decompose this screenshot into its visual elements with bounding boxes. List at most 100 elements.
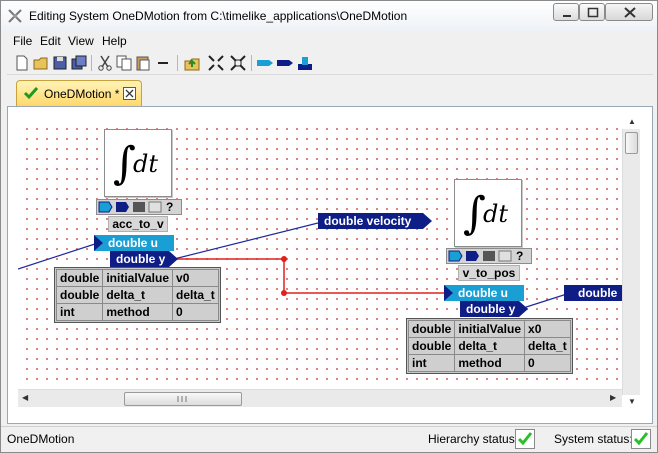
toolbar-separator [91, 55, 92, 71]
scroll-down-icon[interactable]: ▼ [628, 397, 636, 406]
expand-icon[interactable] [229, 54, 247, 72]
param-type: double [55, 269, 104, 287]
param-type: double [55, 286, 104, 304]
system-status-ok-icon [631, 429, 651, 449]
param-value[interactable]: delta_t [524, 337, 571, 355]
toolbar [7, 51, 653, 75]
param-value[interactable]: 0 [172, 303, 219, 321]
wire-junction [281, 290, 287, 296]
vertical-scroll-thumb[interactable] [625, 132, 638, 154]
help-icon[interactable]: ? [166, 200, 173, 214]
output-port-icon [116, 202, 129, 212]
wire-input-to-acc [18, 242, 99, 270]
parameter-icon[interactable] [296, 54, 314, 72]
param-row: double delta_t delta_t [407, 337, 571, 355]
integrator-block-v-to-pos[interactable]: ∫ dt [454, 179, 522, 247]
menu-file[interactable]: File [13, 34, 32, 48]
param-name: method [454, 354, 526, 372]
input-port-icon [448, 250, 463, 262]
tab-onedmotion[interactable]: OneDMotion * [16, 80, 142, 106]
delete-icon[interactable] [154, 54, 172, 72]
param-name: delta_t [102, 286, 174, 304]
status-system-name: OneDMotion [7, 432, 75, 446]
param-row: int method 0 [55, 303, 219, 321]
status-bar: OneDMotion Hierarchy status: System stat… [1, 426, 657, 452]
input-port-icon[interactable] [256, 54, 274, 72]
block-controls: ? [96, 199, 182, 215]
integrator-block-acc-to-v[interactable]: ∫ dt [104, 129, 172, 197]
minimize-button[interactable] [553, 3, 579, 21]
output-port-position[interactable]: double [564, 285, 626, 301]
system-canvas[interactable]: ∫ dt ? acc_to_v double u double y double… [18, 121, 626, 387]
output-port-icon [466, 251, 479, 261]
menu-view[interactable]: View [68, 34, 94, 48]
toolbar-separator [177, 55, 178, 71]
hierarchy-status-label: Hierarchy status: [428, 432, 519, 446]
tab-label: OneDMotion * [44, 87, 120, 101]
output-port-pos-y[interactable]: double y [460, 301, 528, 317]
menu-help[interactable]: Help [102, 34, 127, 48]
block-controls: ? [446, 248, 532, 264]
app-logo-icon [8, 9, 22, 23]
wire-junction [281, 256, 287, 262]
param-value[interactable]: 0 [524, 354, 571, 372]
menu-bar: File Edit View Help [7, 31, 653, 51]
collapse-icon[interactable] [207, 54, 225, 72]
param-name: method [102, 303, 174, 321]
param-row: int method 0 [407, 354, 571, 372]
title-bar: Editing System OneDMotion from C:\timeli… [1, 1, 657, 31]
block-name-acc-to-v: acc_to_v [108, 216, 168, 232]
parameter-icon [483, 251, 495, 261]
param-type: int [55, 303, 104, 321]
param-name: delta_t [454, 337, 526, 355]
tab-close-icon[interactable] [123, 87, 136, 100]
scroll-right-icon[interactable]: ▶ [610, 393, 616, 402]
scroll-left-icon[interactable]: ◀ [22, 393, 28, 402]
save-icon[interactable] [51, 54, 69, 72]
editor-panel: ∫ dt ? acc_to_v double u double y double… [7, 106, 653, 424]
param-type: double [407, 320, 456, 338]
menu-edit[interactable]: Edit [40, 34, 61, 48]
output-port-icon[interactable] [276, 54, 294, 72]
scroll-up-icon[interactable]: ▲ [628, 117, 636, 126]
horizontal-scrollbar[interactable]: ◀ ▶ [18, 389, 622, 407]
param-name: initialValue [454, 320, 526, 338]
copy-icon[interactable] [115, 54, 133, 72]
param-row: double delta_t delta_t [55, 286, 219, 304]
paste-icon[interactable] [134, 54, 152, 72]
horizontal-scroll-thumb[interactable] [124, 392, 242, 406]
vertical-scrollbar[interactable]: ▲ ▼ [622, 117, 640, 406]
param-row: double initialValue x0 [407, 320, 571, 338]
param-value[interactable]: delta_t [172, 286, 219, 304]
close-button[interactable] [605, 3, 653, 21]
hierarchy-status-ok-icon [515, 429, 535, 449]
param-row: double initialValue v0 [55, 269, 219, 287]
param-value[interactable]: x0 [524, 320, 571, 338]
param-value[interactable]: v0 [172, 269, 219, 287]
wire-acc-to-velocity [173, 220, 327, 260]
param-type: int [407, 354, 456, 372]
wire-vtopos-to-output [519, 292, 571, 310]
maximize-button[interactable] [579, 3, 605, 21]
output-port-acc-y[interactable]: double y [110, 251, 178, 267]
svg-text:dt: dt [133, 150, 158, 178]
param-name: initialValue [102, 269, 174, 287]
tab-strip: OneDMotion * [7, 77, 653, 107]
blank-icon [148, 201, 162, 213]
save-all-icon[interactable] [70, 54, 88, 72]
system-status-label: System status: [554, 432, 633, 446]
input-port-icon [98, 201, 113, 213]
input-port-acc-u[interactable]: double u [94, 235, 174, 251]
import-icon[interactable] [183, 54, 201, 72]
param-type: double [407, 337, 456, 355]
input-port-pos-u[interactable]: double u [444, 285, 524, 301]
open-folder-icon[interactable] [32, 54, 50, 72]
output-port-velocity[interactable]: double velocity [318, 213, 432, 229]
new-file-icon[interactable] [13, 54, 31, 72]
cut-icon[interactable] [96, 54, 114, 72]
block-name-v-to-pos: v_to_pos [458, 265, 520, 281]
toolbar-separator [251, 55, 252, 71]
integral-icon: ∫ dt [463, 188, 508, 239]
checkmark-icon [23, 87, 39, 100]
help-icon[interactable]: ? [516, 249, 523, 263]
